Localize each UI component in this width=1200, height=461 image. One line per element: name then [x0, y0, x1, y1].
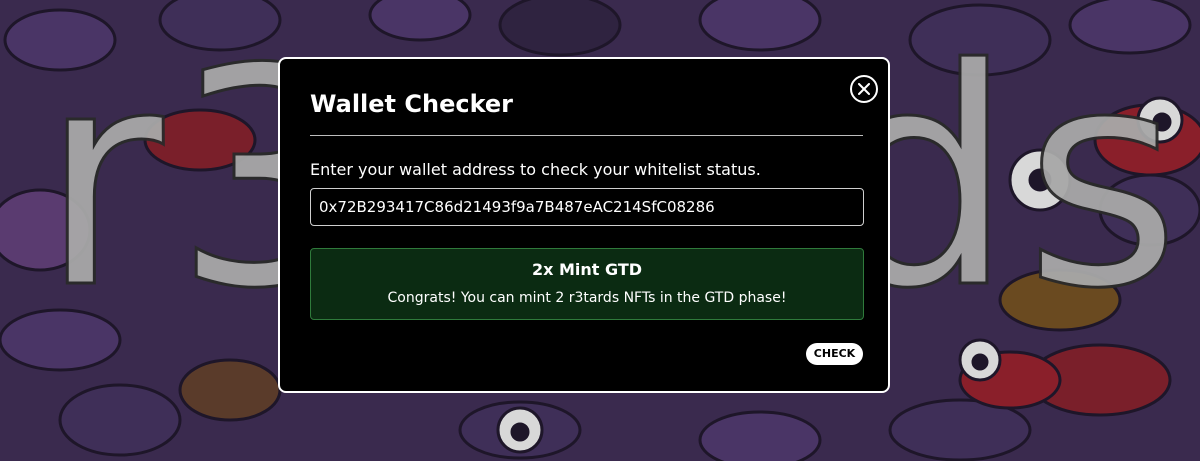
result-message: Congrats! You can mint 2 r3tards NFTs in…	[387, 290, 787, 306]
wallet-address-input[interactable]	[310, 188, 864, 226]
close-button[interactable]	[850, 75, 878, 103]
close-icon	[858, 83, 870, 95]
check-button[interactable]: CHECK	[806, 343, 863, 365]
result-title: 2x Mint GTD	[531, 260, 643, 279]
instruction-text: Enter your wallet address to check your …	[310, 160, 761, 179]
result-box: 2x Mint GTD Congrats! You can mint 2 r3t…	[310, 248, 864, 320]
modal-title: Wallet Checker	[310, 90, 514, 118]
wallet-checker-modal: Wallet Checker Enter your wallet address…	[278, 57, 890, 393]
title-divider	[310, 135, 863, 136]
